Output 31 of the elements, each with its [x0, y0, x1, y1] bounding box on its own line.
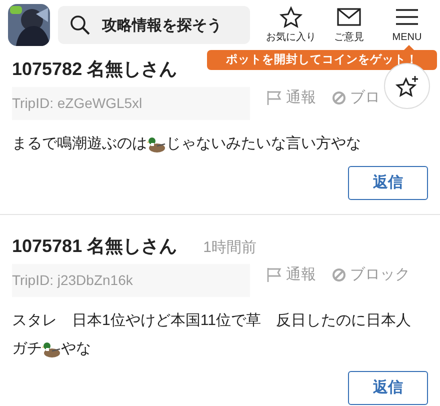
flag-icon: [266, 267, 282, 284]
post-text: まるで鳴潮遊ぶのは: [12, 134, 147, 154]
flag-icon: [266, 90, 282, 106]
reply-button[interactable]: 返信: [348, 166, 428, 200]
nav-menu-button[interactable]: MENU: [382, 6, 432, 44]
post-time: 1時間前: [203, 238, 256, 258]
duck-icon: [42, 340, 61, 358]
nav-favorites-button[interactable]: お気に入り: [266, 6, 316, 44]
block-icon: [332, 91, 346, 106]
search-field[interactable]: 攻略情報を探そう: [58, 6, 250, 44]
report-button[interactable]: 通報: [266, 264, 316, 286]
post-text: やな: [61, 339, 91, 359]
post-text: じゃないみたいな言い方やな: [166, 134, 361, 154]
post-text: ガチ: [12, 339, 42, 359]
report-button[interactable]: 通報: [266, 87, 316, 110]
post-text: スタレ 日本1位やけど本国11位で草 反日したのに日本人: [12, 311, 411, 331]
block-icon: [332, 268, 346, 282]
menu-icon: [394, 6, 420, 28]
star-icon: [279, 6, 303, 28]
duck-icon: [147, 135, 166, 153]
nav-feedback-button[interactable]: ご意見: [324, 6, 374, 44]
block-button[interactable]: ブロック: [332, 264, 410, 286]
trip-id: TripID: eZGeWGL5xl: [12, 87, 250, 120]
trip-id: TripID: j23DbZn16k: [12, 264, 250, 297]
reply-button[interactable]: 返信: [348, 371, 428, 405]
mail-icon: [336, 6, 362, 28]
star-plus-icon: [395, 75, 419, 97]
add-favorite-button[interactable]: [384, 63, 430, 109]
block-button[interactable]: ブロ: [332, 87, 380, 110]
post-author: 1075781 名無しさん: [12, 235, 178, 258]
post-author: 1075782 名無しさん: [12, 58, 178, 81]
